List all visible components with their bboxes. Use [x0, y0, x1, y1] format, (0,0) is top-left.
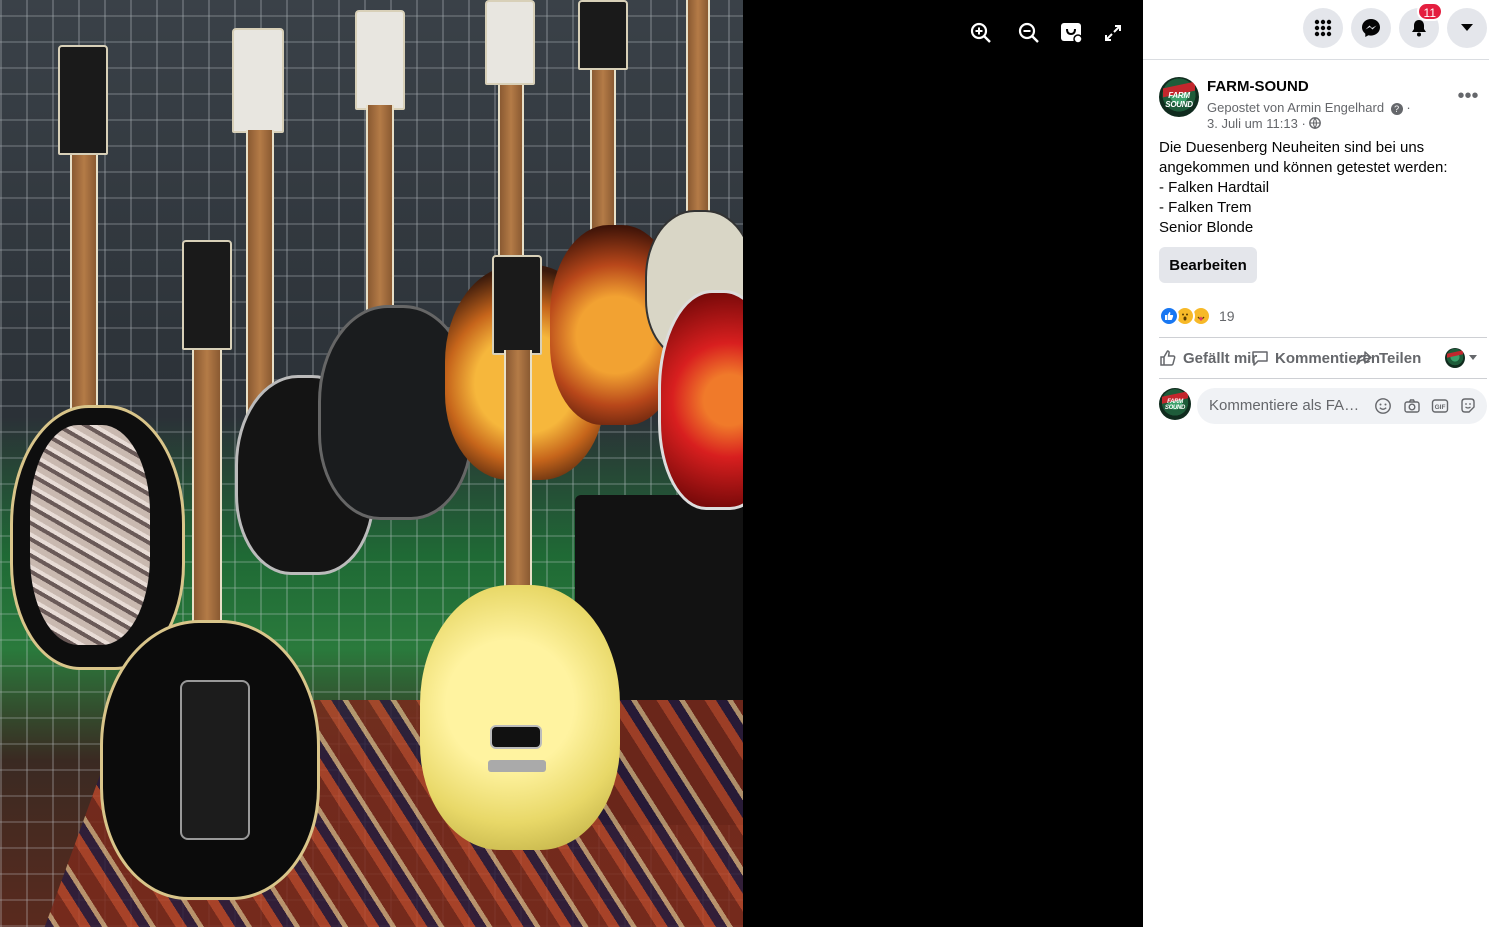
post-text-line: angekommen und können getestet werden:: [1159, 159, 1448, 176]
post-text-line: Senior Blonde: [1159, 219, 1254, 236]
grid-menu-icon[interactable]: [1303, 8, 1343, 48]
page-name-link[interactable]: FARM-SOUND: [1207, 78, 1309, 95]
gif-icon[interactable]: GIF: [1428, 394, 1452, 418]
share-label: Teilen: [1379, 349, 1422, 367]
post-date-link[interactable]: 3. Juli um 11:13: [1207, 116, 1298, 131]
edit-button[interactable]: Bearbeiten: [1159, 247, 1257, 283]
share-icon: [1356, 351, 1372, 365]
post-text-line: Die Duesenberg Neuheiten sind bei uns: [1159, 139, 1425, 156]
post-photo[interactable]: [0, 0, 743, 927]
react-as-avatar: [1445, 348, 1465, 368]
post-text-line: - Falken Hardtail: [1159, 179, 1270, 196]
reaction-count: 19: [1219, 308, 1235, 324]
comment-composer: FARM SOUND Kommentiere als FARM-SOUND GI…: [1159, 388, 1487, 424]
notification-badge: 11: [1416, 2, 1443, 21]
posted-by-text: Gepostet von Armin Engelhard: [1207, 100, 1385, 115]
react-as-selector[interactable]: [1445, 338, 1478, 378]
like-button[interactable]: Gefällt mir: [1159, 338, 1257, 378]
comment-placeholder: Kommentiere als FARM-SOUND: [1209, 397, 1365, 414]
camera-icon[interactable]: [1400, 394, 1424, 418]
action-row: Gefällt mir Kommentieren Teilen: [1159, 337, 1487, 379]
page-avatar[interactable]: FARM SOUND: [1159, 77, 1199, 117]
like-label: Gefällt mir: [1183, 349, 1258, 367]
comment-input[interactable]: Kommentiere als FARM-SOUND GIF: [1197, 388, 1487, 424]
post-text-line: - Falken Trem: [1159, 199, 1252, 216]
chevron-down-icon: [1469, 355, 1477, 360]
commenter-avatar: FARM SOUND: [1159, 388, 1191, 420]
svg-text:GIF: GIF: [1435, 404, 1446, 411]
globe-icon: [1309, 117, 1322, 132]
top-bar: 11: [1143, 0, 1489, 60]
photo-viewer: [0, 0, 1143, 927]
messenger-icon[interactable]: [1351, 8, 1391, 48]
info-icon[interactable]: ?: [1390, 102, 1403, 115]
reactions-summary[interactable]: 19: [1159, 305, 1235, 327]
more-options-button[interactable]: •••: [1451, 84, 1485, 108]
fullscreen-icon[interactable]: [1098, 18, 1128, 48]
share-button[interactable]: Teilen: [1355, 338, 1421, 378]
comment-icon: [1252, 351, 1268, 366]
like-icon: [1160, 350, 1176, 366]
tag-icon[interactable]: [1056, 18, 1086, 48]
post-text: Die Duesenberg Neuheiten sind bei uns an…: [1159, 138, 1479, 238]
sticker-icon[interactable]: [1456, 394, 1480, 418]
zoom-in-icon[interactable]: [966, 18, 996, 48]
post-panel: 11 FARM SOUND FARM-SOUND Gepostet von Ar…: [1143, 0, 1489, 927]
post-date: 3. Juli um 11:13 ·: [1207, 116, 1322, 132]
caret-down-icon[interactable]: [1447, 8, 1487, 48]
like-reaction-icon: [1159, 306, 1179, 326]
posted-by: Gepostet von Armin Engelhard ? ·: [1207, 100, 1411, 115]
emoji-icon[interactable]: [1371, 394, 1395, 418]
zoom-out-icon[interactable]: [1014, 18, 1044, 48]
bell-icon[interactable]: 11: [1399, 2, 1443, 48]
